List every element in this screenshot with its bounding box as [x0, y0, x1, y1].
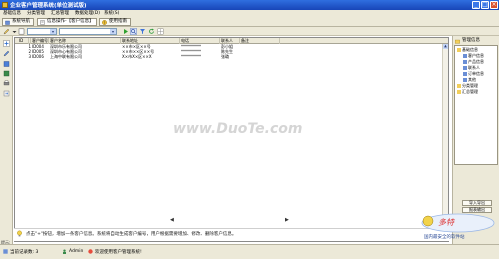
cell-contact[interactable]: 张璐 — [220, 54, 240, 59]
cell-address[interactable]: X×市X×区××X — [121, 54, 180, 59]
close-button[interactable]: × — [490, 1, 498, 9]
nav-tree-header: 管理信息 — [454, 38, 498, 44]
page-icon — [463, 78, 467, 82]
save-icon[interactable] — [3, 70, 10, 77]
folder-icon — [457, 48, 461, 52]
play-icon[interactable] — [122, 28, 129, 35]
menu-basic-info[interactable]: 基础信息 — [3, 10, 21, 17]
next-page-button[interactable]: ▶ — [285, 217, 289, 223]
pencil-icon[interactable] — [3, 28, 10, 35]
export-icon[interactable] — [3, 90, 10, 97]
menu-system[interactable]: 系统(S) — [104, 10, 119, 17]
search-icon[interactable] — [130, 28, 137, 35]
svg-text:多特: 多特 — [438, 218, 455, 227]
cell-name[interactable]: 上海中联有限公司 — [49, 54, 121, 59]
tree-node-label: 基础信息 — [462, 47, 478, 52]
tree-node-label: 订单信息 — [468, 71, 484, 76]
cell-code[interactable]: ID006 — [31, 54, 49, 59]
folder-icon — [457, 90, 461, 94]
cell-note[interactable] — [240, 54, 280, 59]
print-icon[interactable] — [3, 80, 10, 87]
home-icon — [5, 20, 10, 25]
search-input[interactable]: ▾ — [59, 28, 117, 35]
vertical-scrollbar[interactable]: ▲ ▼ — [442, 44, 448, 229]
dropdown-arrow-icon[interactable] — [11, 28, 18, 35]
menu-bar: 基础信息 分类管理 汇总管理 数据处理(D) 系统(S) — [0, 10, 499, 17]
tree-node-label: 分类管理 — [462, 83, 478, 88]
delete-icon[interactable] — [3, 60, 10, 67]
tab-customer-info-label: 信息操作-【客户信息】 — [47, 19, 94, 24]
prev-page-button[interactable]: ◀ — [170, 217, 174, 223]
cell-phone[interactable]: ********** — [180, 54, 220, 59]
info-icon — [88, 249, 93, 254]
menu-category[interactable]: 分类管理 — [27, 10, 45, 17]
grid-view-icon[interactable] — [157, 28, 164, 35]
tab-customer-info[interactable]: 信息操作-【客户信息】 — [37, 18, 97, 26]
toolbar: ▾ ▾ — [0, 27, 499, 36]
welcome-message: 欢迎使用客户管理系统! — [95, 250, 142, 255]
customer-table: ID 客户编号 客户名称 联系地址 电话 联系人 备注 1 ID004 深圳市乐… — [14, 37, 449, 242]
user-icon — [63, 249, 66, 254]
tree-node-order[interactable]: 订单信息 — [463, 71, 484, 76]
tree-node-summary[interactable]: 汇总管理 — [457, 89, 478, 94]
tab-user-guide-label: 使用指南 — [109, 19, 127, 24]
svg-text:?: ? — [104, 21, 106, 25]
document-icon — [40, 20, 45, 25]
window-title: 企业客户管理系统(单位测试版) — [10, 3, 87, 9]
tree-node-contact[interactable]: 联系人 — [463, 65, 480, 70]
page-icon — [463, 66, 467, 70]
record-icon — [3, 249, 8, 254]
import-export-button[interactable]: 导入导出 — [462, 200, 492, 206]
left-action-bar — [0, 36, 13, 244]
menu-summary[interactable]: 汇总管理 — [51, 10, 69, 17]
tree-node-label: 产品信息 — [468, 59, 484, 64]
edit-icon[interactable] — [3, 50, 10, 57]
folder-icon — [455, 39, 460, 44]
tree-node-label: 其他 — [468, 77, 476, 82]
minimize-button[interactable]: _ — [472, 1, 480, 9]
tab-navigation[interactable]: 系统导航 — [2, 18, 34, 26]
tree-node-label: 客户信息 — [468, 53, 484, 58]
menu-data-processing[interactable]: 数据处理(D) — [75, 10, 100, 17]
chevron-down-icon: ▾ — [110, 29, 116, 34]
lightbulb-icon — [17, 230, 22, 237]
tip-panel: 点击"+"按钮，增加一条客户信息。系统将自动生成客户编号，用户根据需要增加、修改… — [14, 228, 449, 241]
filter-icon[interactable] — [139, 28, 146, 35]
tree-node-basic[interactable]: 基础信息 — [457, 47, 478, 52]
tip-text: 点击"+"按钮，增加一条客户信息。系统将自动生成客户编号，用户根据需要增加、修改… — [26, 232, 237, 237]
status-bar: 当前记录数: 3 Admin 欢迎使用客户管理系统! — [0, 244, 499, 259]
logo-caption: 国内最安全的软件站 — [424, 235, 465, 240]
tree-node-product[interactable]: 产品信息 — [463, 59, 484, 64]
scroll-up-icon[interactable]: ▲ — [443, 44, 448, 49]
tree-node-category[interactable]: 分类管理 — [457, 83, 478, 88]
tree-node-label: 联系人 — [468, 65, 480, 70]
chevron-down-icon: ▾ — [50, 29, 56, 34]
tree-node-customer[interactable]: 客户信息 — [463, 53, 484, 58]
nav-tree-title: 管理信息 — [462, 38, 480, 43]
maximize-button[interactable]: □ — [481, 1, 489, 9]
tree-node-label: 汇总管理 — [462, 89, 478, 94]
field-select[interactable]: ▾ — [27, 28, 57, 35]
row-number: 3 — [28, 54, 31, 59]
nav-tree: 基础信息 客户信息 产品信息 联系人 订单信息 其他 分类管理 汇总管理 — [454, 45, 498, 165]
record-count: 当前记录数: 3 — [10, 250, 39, 255]
tab-navigation-label: 系统导航 — [12, 19, 30, 24]
page-icon — [463, 54, 467, 58]
page-icon — [463, 72, 467, 76]
page-icon[interactable] — [18, 28, 25, 35]
add-icon[interactable] — [3, 40, 10, 47]
current-user: Admin — [69, 249, 84, 254]
app-icon — [2, 2, 8, 8]
title-bar: 企业客户管理系统(单位测试版) _ □ × — [0, 0, 499, 10]
folder-icon — [457, 84, 461, 88]
tree-node-other[interactable]: 其他 — [463, 77, 476, 82]
table-row[interactable]: 3 ID006 上海中联有限公司 X×市X×区××X ********** 张璐 — [15, 54, 448, 59]
page-icon — [463, 60, 467, 64]
tab-user-guide[interactable]: ? 使用指南 — [99, 18, 131, 26]
watermark: www.DuoTe.com — [173, 121, 303, 137]
refresh-icon[interactable] — [148, 28, 155, 35]
help-icon: ? — [102, 20, 107, 25]
tab-bar: 系统导航 信息操作-【客户信息】 ? 使用指南 — [0, 17, 499, 27]
